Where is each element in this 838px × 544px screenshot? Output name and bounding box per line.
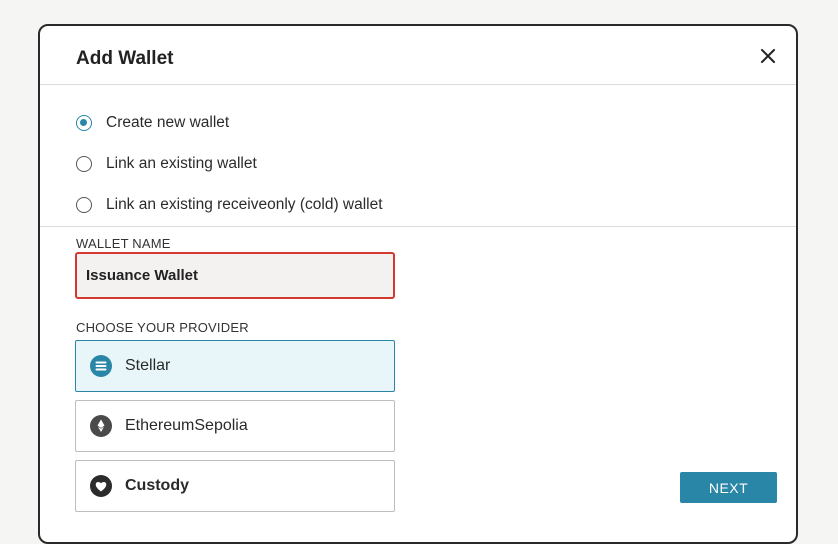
radio-option-link-cold-wallet[interactable]: Link an existing receiveonly (cold) wall… [76,184,383,225]
stellar-icon [89,354,113,378]
provider-option-stellar[interactable]: Stellar [75,340,395,392]
option-label: Create new wallet [106,113,230,131]
radio-option-link-existing-wallet[interactable]: Link an existing wallet [76,143,383,184]
add-wallet-dialog: Add Wallet Create new wallet Link an exi… [38,24,798,544]
next-button[interactable]: NEXT [680,472,777,503]
close-icon[interactable] [758,46,778,66]
wallet-name-label: WALLET NAME [76,236,171,251]
provider-option-ethereum-sepolia[interactable]: EthereumSepolia [75,400,395,452]
provider-label-custody: Custody [125,477,189,494]
dialog-header: Add Wallet [40,26,796,85]
provider-option-custody[interactable]: Custody [75,460,395,512]
wallet-name-input[interactable] [75,252,395,299]
dialog-title: Add Wallet [76,48,174,69]
radio-button[interactable] [76,196,92,213]
custody-icon [89,474,113,498]
divider [40,226,796,227]
radio-option-create-new-wallet[interactable]: Create new wallet [76,102,383,143]
wallet-option-group: Create new wallet Link an existing walle… [76,102,383,225]
option-label: Link an existing receiveonly (cold) wall… [106,195,383,213]
ethereum-icon [89,414,113,438]
provider-label: CHOOSE YOUR PROVIDER [76,320,249,335]
provider-label-ethereum: EthereumSepolia [125,417,248,434]
option-label: Link an existing wallet [106,154,257,172]
radio-button[interactable] [76,155,92,172]
provider-label-stellar: Stellar [125,357,171,374]
radio-button-checked[interactable] [76,114,92,131]
